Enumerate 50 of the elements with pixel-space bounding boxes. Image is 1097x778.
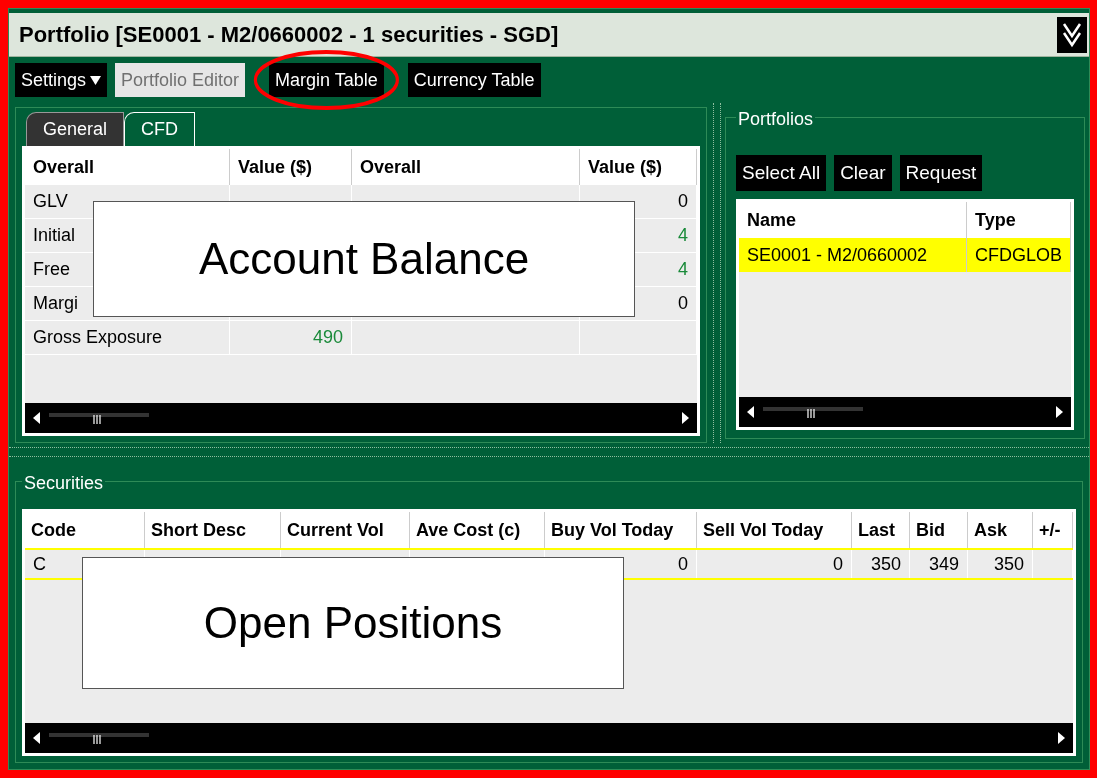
horizontal-scrollbar[interactable]	[25, 723, 1073, 753]
tab[interactable]: CFD	[124, 112, 196, 146]
table-cell: 349	[910, 550, 968, 578]
horizontal-scrollbar[interactable]	[25, 403, 698, 433]
column-header[interactable]: Last	[852, 512, 910, 548]
panel-button[interactable]: Clear	[834, 155, 892, 191]
column-header[interactable]: Code	[25, 512, 145, 548]
scroll-thumb-icon[interactable]	[49, 411, 149, 425]
settings-dropdown[interactable]: Settings	[15, 63, 108, 97]
scroll-right-icon[interactable]	[681, 412, 690, 424]
column-header[interactable]: Value ($)	[580, 149, 698, 185]
table-cell: 490	[230, 321, 352, 354]
column-header[interactable]: Ave Cost (c)	[410, 512, 545, 548]
toolbar-button[interactable]: Currency Table	[407, 63, 541, 97]
scroll-thumb-icon[interactable]	[763, 405, 863, 419]
collapse-button[interactable]	[1057, 16, 1087, 53]
scroll-left-icon[interactable]	[747, 406, 755, 418]
table-cell: Gross Exposure	[25, 321, 230, 354]
horizontal-scrollbar[interactable]	[739, 397, 1071, 427]
scroll-right-icon[interactable]	[1055, 406, 1063, 418]
column-header[interactable]: Overall	[352, 149, 580, 185]
callout-label: Open Positions	[203, 597, 503, 649]
panel-button[interactable]: Request	[899, 155, 983, 191]
table-cell: SE0001 - M2/0660002	[739, 238, 967, 272]
scroll-thumb-icon[interactable]	[49, 731, 149, 745]
scroll-right-icon[interactable]	[1057, 732, 1065, 744]
column-header[interactable]: Current Vol	[281, 512, 410, 548]
column-header[interactable]: Overall	[25, 149, 230, 185]
portfolio-row[interactable]: SE0001 - M2/0660002 CFDGLOB	[739, 238, 1071, 272]
dropdown-caret-icon	[90, 75, 102, 85]
column-header[interactable]: Value ($)	[230, 149, 352, 185]
window-title: Portfolio [SE0001 - M2/0660002 - 1 securities - SGD]	[19, 21, 559, 49]
column-header[interactable]: Bid	[910, 512, 968, 548]
column-header[interactable]: Ask	[968, 512, 1033, 548]
column-header[interactable]: Sell Vol Today	[697, 512, 852, 548]
table-cell: 350	[852, 550, 910, 578]
double-chevron-icon	[1062, 21, 1082, 48]
table-cell: CFDGLOB	[967, 238, 1071, 272]
panel-button[interactable]: Select All	[736, 155, 827, 191]
scroll-left-icon[interactable]	[33, 732, 41, 744]
column-header[interactable]: Short Desc	[145, 512, 281, 548]
splitter-handle[interactable]	[713, 103, 721, 443]
tab[interactable]: General	[26, 112, 125, 146]
column-header[interactable]: Buy Vol Today	[545, 512, 697, 548]
splitter-handle[interactable]	[9, 447, 1089, 457]
table-cell: 0	[697, 550, 852, 578]
scroll-left-icon[interactable]	[33, 412, 41, 424]
column-header[interactable]: +/-	[1033, 512, 1073, 548]
table-cell: 350	[968, 550, 1033, 578]
toolbar-button[interactable]: Margin Table	[269, 63, 384, 97]
